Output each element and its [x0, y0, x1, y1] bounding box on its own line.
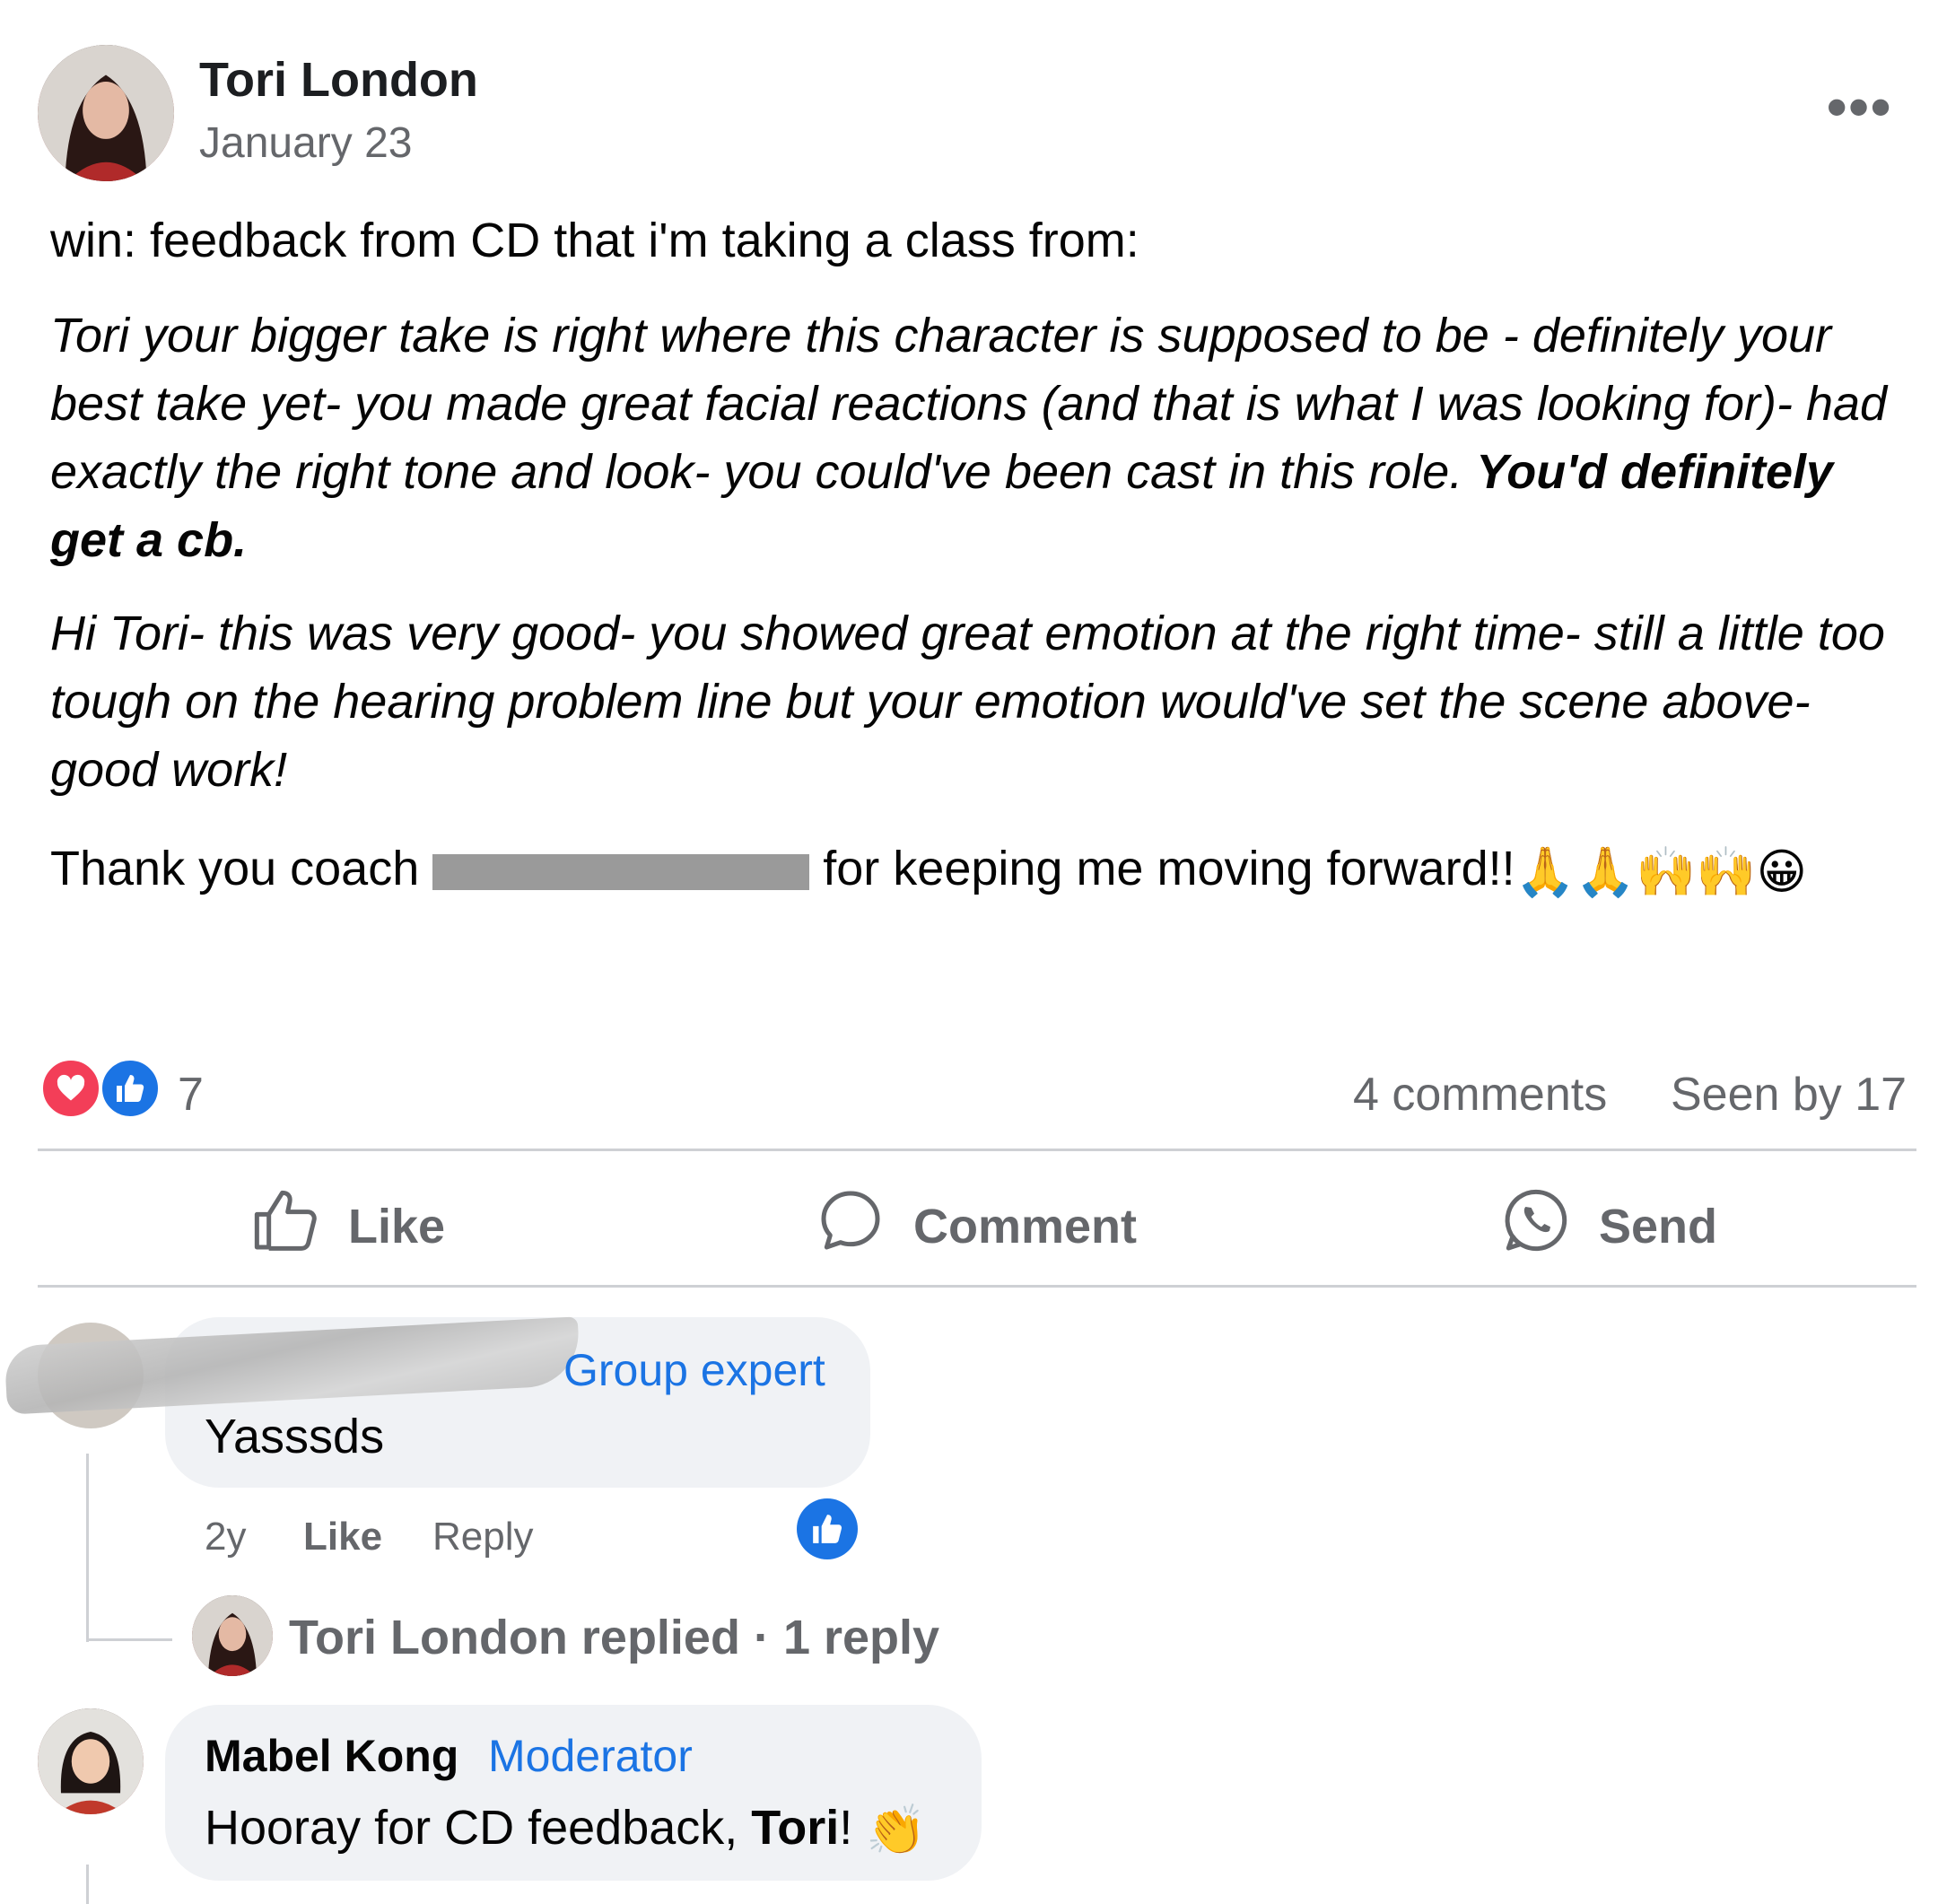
comments-count[interactable]: 4 comments [1353, 1068, 1607, 1122]
comment-1-like-reaction-icon[interactable] [797, 1498, 858, 1559]
send-button-label: Send [1599, 1199, 1718, 1253]
comment-icon [815, 1184, 886, 1268]
whatsapp-icon [1500, 1184, 1572, 1268]
comment-button-label: Comment [913, 1199, 1138, 1253]
send-button[interactable]: Send [1500, 1184, 1717, 1268]
comment-2-text-start: Hooray for CD feedback, [205, 1801, 752, 1855]
reply-author-avatar[interactable] [192, 1595, 273, 1676]
seen-by-count[interactable]: Seen by 17 [1671, 1068, 1907, 1122]
comment-2-mention[interactable]: Tori [751, 1801, 839, 1855]
feedback-quote-1: Tori your bigger take is right where thi… [50, 301, 1916, 574]
like-button-label: Like [348, 1199, 446, 1253]
comment-2-text-end: ! [839, 1801, 867, 1855]
comment-1-text: Yasssds [205, 1410, 385, 1463]
more-options-icon[interactable]: ••• [1827, 74, 1892, 140]
post-author-name[interactable]: Tori London [199, 52, 478, 108]
comment-1-time[interactable]: 2y [205, 1515, 246, 1559]
author-avatar[interactable] [38, 45, 174, 181]
view-replies-link[interactable]: Tori London replied · 1 reply [289, 1610, 939, 1665]
comment-2-author[interactable]: Mabel Kong [205, 1730, 458, 1782]
comment-button[interactable]: Comment [815, 1184, 1137, 1268]
thread-branch [86, 1638, 172, 1641]
group-expert-badge: Group expert [563, 1345, 825, 1395]
comment-1-reply-button[interactable]: Reply [432, 1515, 534, 1559]
love-reaction-icon[interactable] [39, 1057, 102, 1120]
divider-bottom [38, 1285, 1916, 1288]
post-intro-text: win: feedback from CD that i'm taking a … [50, 214, 1139, 267]
like-icon [249, 1184, 321, 1268]
divider-top [38, 1149, 1916, 1151]
redacted-name-link[interactable] [432, 853, 810, 890]
like-reaction-icon[interactable] [99, 1057, 162, 1120]
feedback-quote-2: Hi Tori- this was very good- you showed … [50, 607, 1885, 797]
thread-line [86, 1454, 89, 1642]
reaction-count[interactable]: 7 [178, 1068, 204, 1122]
thread-line-2 [86, 1865, 89, 1904]
mabel-kong-avatar[interactable] [38, 1708, 144, 1814]
comment-2-text: Hooray for CD feedback, Tori! 👏 [205, 1800, 927, 1859]
moderator-badge: Moderator [488, 1731, 693, 1781]
thanks-text-end: for keeping me moving forward!! [809, 842, 1515, 895]
clapping-hands-icon: 👏 [866, 1804, 927, 1858]
thanks-paragraph: Thank you coach for keeping me moving fo… [50, 834, 1916, 906]
post-date[interactable]: January 23 [199, 118, 413, 168]
thanks-emojis: 🙏🙏🙌🙌😀 [1515, 844, 1807, 899]
thanks-text-start: Thank you coach [50, 842, 433, 895]
comment-1-like-button[interactable]: Like [303, 1515, 382, 1559]
like-button[interactable]: Like [249, 1184, 445, 1268]
